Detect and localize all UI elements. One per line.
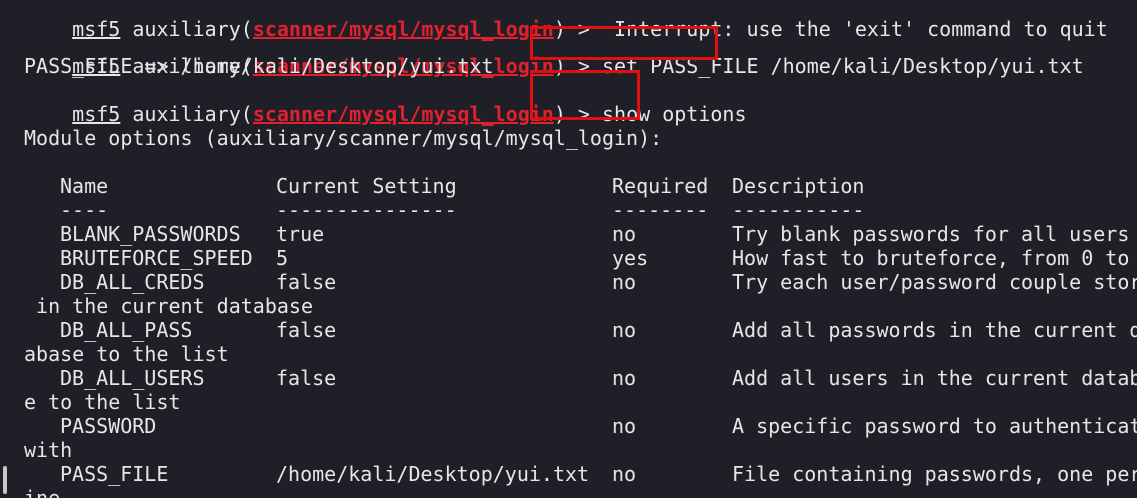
table-divider: ----------- — [732, 198, 865, 222]
description-wrap: in the current database — [24, 294, 313, 318]
option-required: no — [612, 270, 637, 294]
option-name: DB_ALL_USERS — [60, 366, 205, 390]
terminal-window[interactable]: msf5 auxiliary(scanner/mysql/mysql_login… — [0, 0, 1137, 498]
option-description: Try each user/password couple stor — [732, 270, 1137, 294]
description-wrap: abase to the list — [24, 342, 229, 366]
option-name: PASS_FILE — [60, 462, 169, 486]
option-setting: false — [276, 366, 337, 390]
option-required: no — [612, 414, 637, 438]
option-name: BLANK_PASSWORDS — [60, 222, 241, 246]
option-required: no — [612, 222, 637, 246]
scrollbar-handle[interactable] — [3, 466, 7, 494]
option-setting: false — [276, 318, 337, 342]
terminal-line: msf5 auxiliary(scanner/mysql/mysql_login… — [24, 0, 1108, 41]
option-description: How fast to bruteforce, from 0 to — [732, 246, 1130, 270]
command-output: PASS_FILE => /home/kali/Desktop/yui.txt — [24, 54, 494, 78]
option-required: yes — [612, 246, 649, 270]
option-setting: false — [276, 270, 337, 294]
highlight-box-show-options — [530, 70, 640, 120]
prompt-module-word: auxiliary( — [132, 102, 253, 126]
option-setting: 5 — [276, 246, 289, 270]
module-options-heading: Module options (auxiliary/scanner/mysql/… — [24, 126, 663, 150]
option-name: BRUTEFORCE_SPEED — [60, 246, 253, 270]
option-name: DB_ALL_CREDS — [60, 270, 205, 294]
description-wrap: e to the list — [24, 390, 181, 414]
description-wrap: with — [24, 438, 73, 462]
option-description: A specific password to authenticat — [732, 414, 1137, 438]
option-name: PASSWORD — [60, 414, 157, 438]
option-required: no — [612, 366, 637, 390]
prompt-module-path: scanner/mysql/mysql_login — [252, 102, 554, 126]
option-setting: /home/kali/Desktop/yui.txt — [276, 462, 590, 486]
option-description: Add all users in the current datab — [732, 366, 1137, 390]
option-required: no — [612, 318, 637, 342]
option-description: File containing passwords, one per — [732, 462, 1137, 486]
table-header-description: Description — [732, 174, 865, 198]
table-header-name: Name — [60, 174, 109, 198]
option-description: Add all passwords in the current d — [732, 318, 1137, 342]
prompt-prefix: msf5 — [72, 102, 121, 126]
description-wrap: ine — [24, 486, 61, 498]
option-required: no — [612, 462, 637, 486]
option-description: Try blank passwords for all users — [732, 222, 1130, 246]
highlight-box-set-pass-file — [530, 26, 718, 60]
table-divider: -------- — [612, 198, 709, 222]
table-divider: ---- — [60, 198, 109, 222]
table-divider: --------------- — [276, 198, 457, 222]
table-header-setting: Current Setting — [276, 174, 457, 198]
option-name: DB_ALL_PASS — [60, 318, 193, 342]
table-header-required: Required — [612, 174, 709, 198]
option-setting: true — [276, 222, 325, 246]
